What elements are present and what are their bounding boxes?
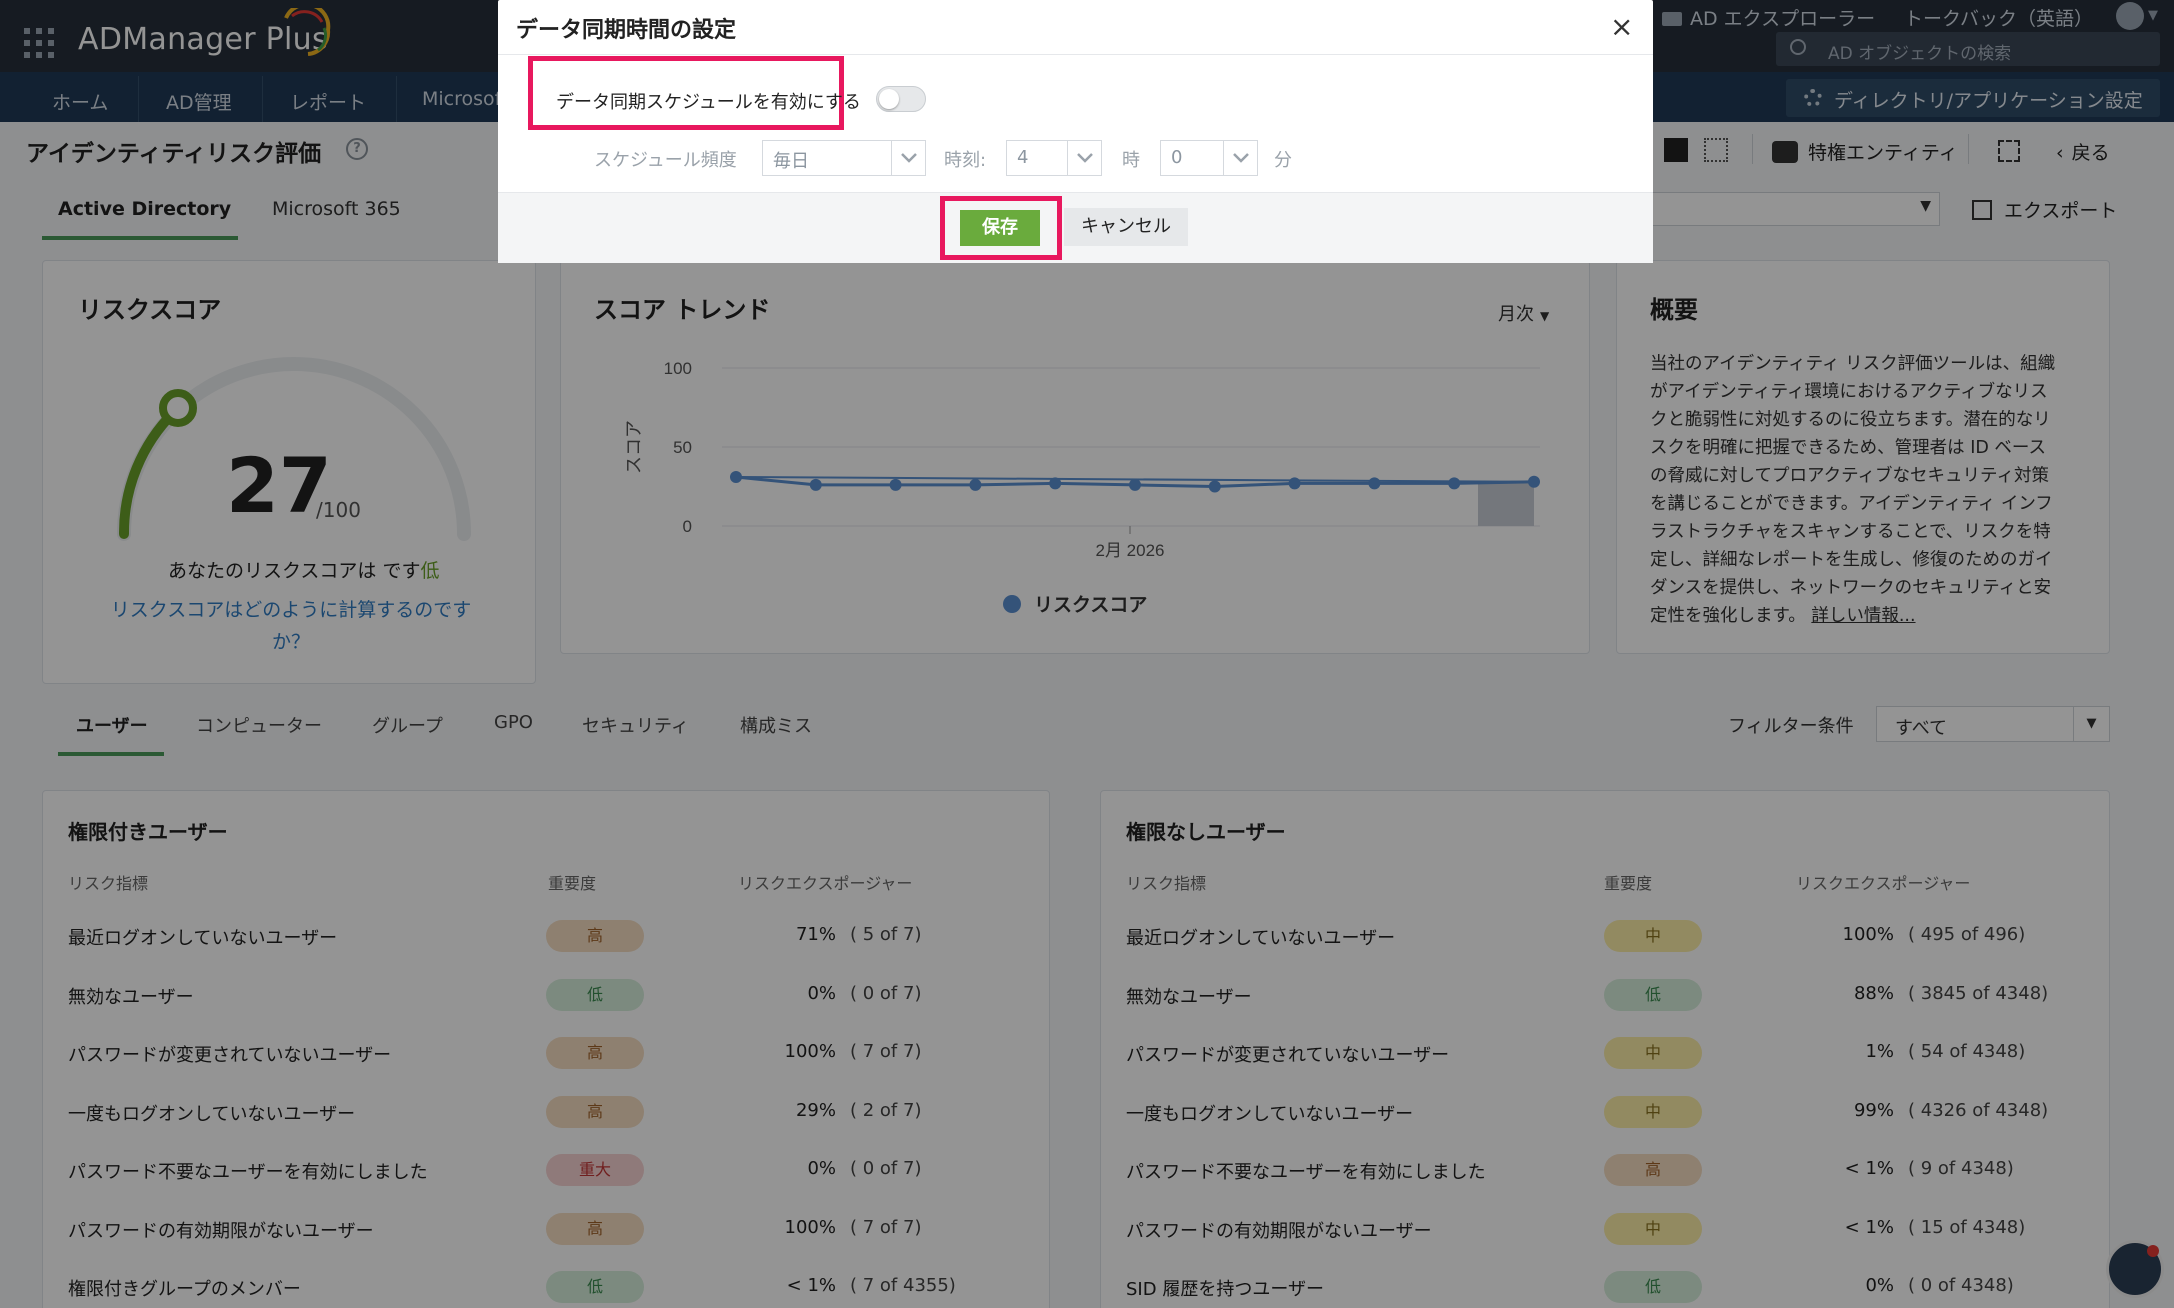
chevron-down-icon <box>1067 141 1101 175</box>
minute-select[interactable]: 0 <box>1160 140 1258 176</box>
close-icon[interactable]: × <box>1610 10 1633 43</box>
sync-settings-dialog: データ同期時間の設定 × データ同期スケジュールを有効にする スケジュール頻度 … <box>498 0 1653 263</box>
hour-unit: 時 <box>1122 150 1140 171</box>
hour-select[interactable]: 4 <box>1006 140 1102 176</box>
enable-schedule-toggle[interactable] <box>876 86 926 112</box>
dialog-title: データ同期時間の設定 <box>516 18 737 43</box>
frequency-label: スケジュール頻度 <box>594 150 737 171</box>
time-label: 時刻: <box>944 150 987 171</box>
chevron-down-icon <box>1223 141 1257 175</box>
save-button[interactable]: 保存 <box>960 210 1040 246</box>
cancel-button[interactable]: キャンセル <box>1064 208 1188 246</box>
chevron-down-icon <box>891 141 925 175</box>
toggle-knob <box>879 89 899 109</box>
enable-schedule-label: データ同期スケジュールを有効にする <box>556 92 861 113</box>
frequency-select[interactable]: 毎日 <box>762 140 926 176</box>
dialog-header-divider <box>498 54 1653 55</box>
minute-unit: 分 <box>1274 150 1292 171</box>
